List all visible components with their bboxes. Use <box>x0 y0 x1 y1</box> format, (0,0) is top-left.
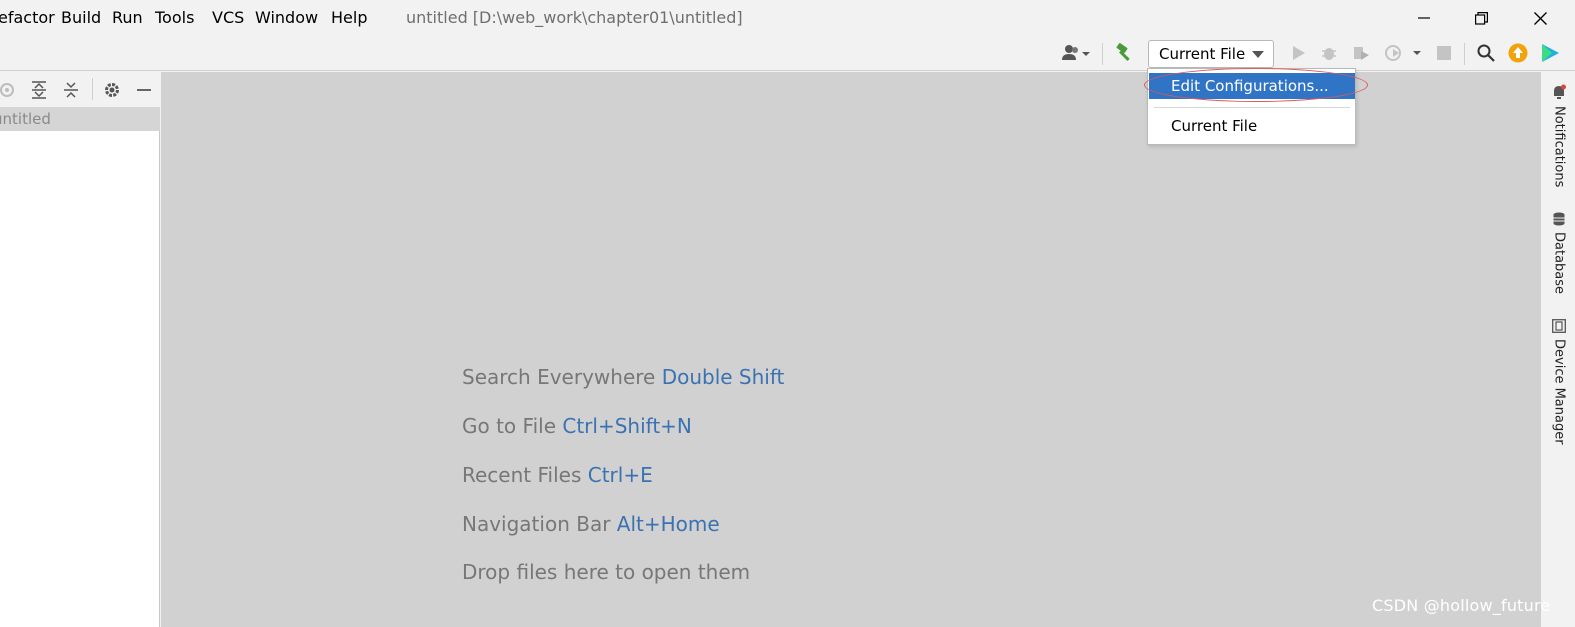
collapse-all-icon <box>64 82 78 98</box>
collapse-all-button[interactable] <box>60 79 82 101</box>
hint-text: Recent Files <box>462 463 582 487</box>
run-config-label: Current File <box>1159 45 1246 63</box>
hint-text: Drop files here to open them <box>462 560 751 584</box>
build-hammer-icon <box>1116 43 1130 61</box>
expand-all-icon <box>32 81 46 99</box>
menu-vcs[interactable]: VCS <box>212 8 244 28</box>
update-icon <box>1508 43 1528 63</box>
debug-button[interactable] <box>1318 42 1340 64</box>
right-tool-strip: Notifications Database Device Manager <box>1540 72 1575 627</box>
hint-search-everywhere: Search Everywhere Double Shift <box>462 364 784 390</box>
menu-tools[interactable]: Tools <box>155 8 194 28</box>
toolbar-separator <box>1464 43 1465 65</box>
expand-all-button[interactable] <box>28 79 50 101</box>
run-button[interactable] <box>1287 42 1309 64</box>
project-panel-toolbar <box>0 72 160 107</box>
hide-icon <box>137 89 151 91</box>
build-button[interactable] <box>1112 42 1136 64</box>
menu-refactor[interactable]: efactor <box>0 8 55 28</box>
profile-button[interactable] <box>1383 42 1423 64</box>
bell-icon <box>1553 84 1566 99</box>
minimize-button[interactable] <box>1396 0 1452 36</box>
update-button[interactable] <box>1506 42 1530 64</box>
csdn-watermark: CSDN @hollow_future <box>1372 596 1551 615</box>
profile-icon <box>1385 45 1421 61</box>
jetbrains-toolbox-icon <box>1542 44 1559 62</box>
hint-text: Search Everywhere <box>462 365 656 389</box>
hint-go-to-file: Go to File Ctrl+Shift+N <box>462 413 692 439</box>
annotation-highlight-ring <box>1144 68 1368 102</box>
search-icon <box>1477 44 1495 62</box>
main-toolbar: Current File <box>0 36 1575 71</box>
toolbar-separator <box>1102 43 1103 65</box>
menu-run[interactable]: Run <box>112 8 143 28</box>
dropdown-separator <box>1154 107 1350 108</box>
chevron-down-icon <box>1252 51 1264 58</box>
close-button[interactable] <box>1512 0 1568 36</box>
minimize-icon <box>1418 17 1430 19</box>
tab-notifications[interactable]: Notifications <box>1541 84 1575 187</box>
search-everywhere-button[interactable] <box>1474 42 1498 64</box>
restore-button[interactable] <box>1453 0 1509 36</box>
project-tree-root[interactable]: untitled <box>0 107 160 131</box>
stop-button[interactable] <box>1433 42 1455 64</box>
hint-recent-files: Recent Files Ctrl+E <box>462 462 653 488</box>
hint-shortcut: Ctrl+Shift+N <box>562 414 692 438</box>
debug-icon <box>1322 48 1336 60</box>
hint-navigation-bar: Navigation Bar Alt+Home <box>462 511 720 537</box>
locate-icon <box>0 83 14 97</box>
hint-text: Go to File <box>462 414 556 438</box>
tab-label: Device Manager <box>1551 339 1567 445</box>
hint-shortcut: Alt+Home <box>616 512 720 536</box>
panel-separator <box>92 78 93 100</box>
close-icon <box>1533 11 1547 25</box>
menu-help[interactable]: Help <box>331 8 367 28</box>
database-icon <box>1553 212 1564 226</box>
tab-label: Notifications <box>1551 106 1567 188</box>
window-title: untitled [D:\web_work\chapter01\untitled… <box>406 8 743 27</box>
stop-icon <box>1437 46 1451 60</box>
user-menu-button[interactable] <box>1059 42 1095 64</box>
tab-database[interactable]: Database <box>1541 212 1575 294</box>
hint-shortcut: Double Shift <box>661 365 785 389</box>
locate-button[interactable] <box>0 79 18 101</box>
hint-text: Navigation Bar <box>462 512 611 536</box>
project-tool-window: untitled <box>0 72 160 627</box>
settings-gear-icon <box>105 83 119 97</box>
hide-panel-button[interactable] <box>133 79 155 101</box>
menu-build[interactable]: Build <box>61 8 101 28</box>
user-icon <box>1062 45 1090 60</box>
current-file-item[interactable]: Current File <box>1149 113 1355 139</box>
coverage-button[interactable] <box>1350 42 1372 64</box>
hint-drop-files: Drop files here to open them <box>462 559 750 585</box>
coverage-icon <box>1354 47 1369 60</box>
menu-window[interactable]: Window <box>255 8 318 28</box>
tab-device-manager[interactable]: Device Manager <box>1541 319 1575 445</box>
panel-settings-button[interactable] <box>101 79 123 101</box>
editor-empty-area[interactable]: Search Everywhere Double Shift Go to Fil… <box>161 72 1540 627</box>
run-icon <box>1293 46 1305 60</box>
restore-icon <box>1474 11 1488 25</box>
run-configuration-selector[interactable]: Current File <box>1148 40 1274 68</box>
tab-label: Database <box>1551 232 1567 295</box>
project-root-label: untitled <box>0 110 51 128</box>
hint-shortcut: Ctrl+E <box>587 463 653 487</box>
menu-bar: efactor Build Run Tools VCS Window Help … <box>0 0 1575 36</box>
device-manager-icon <box>1551 319 1566 333</box>
toolbox-button[interactable] <box>1538 42 1562 64</box>
